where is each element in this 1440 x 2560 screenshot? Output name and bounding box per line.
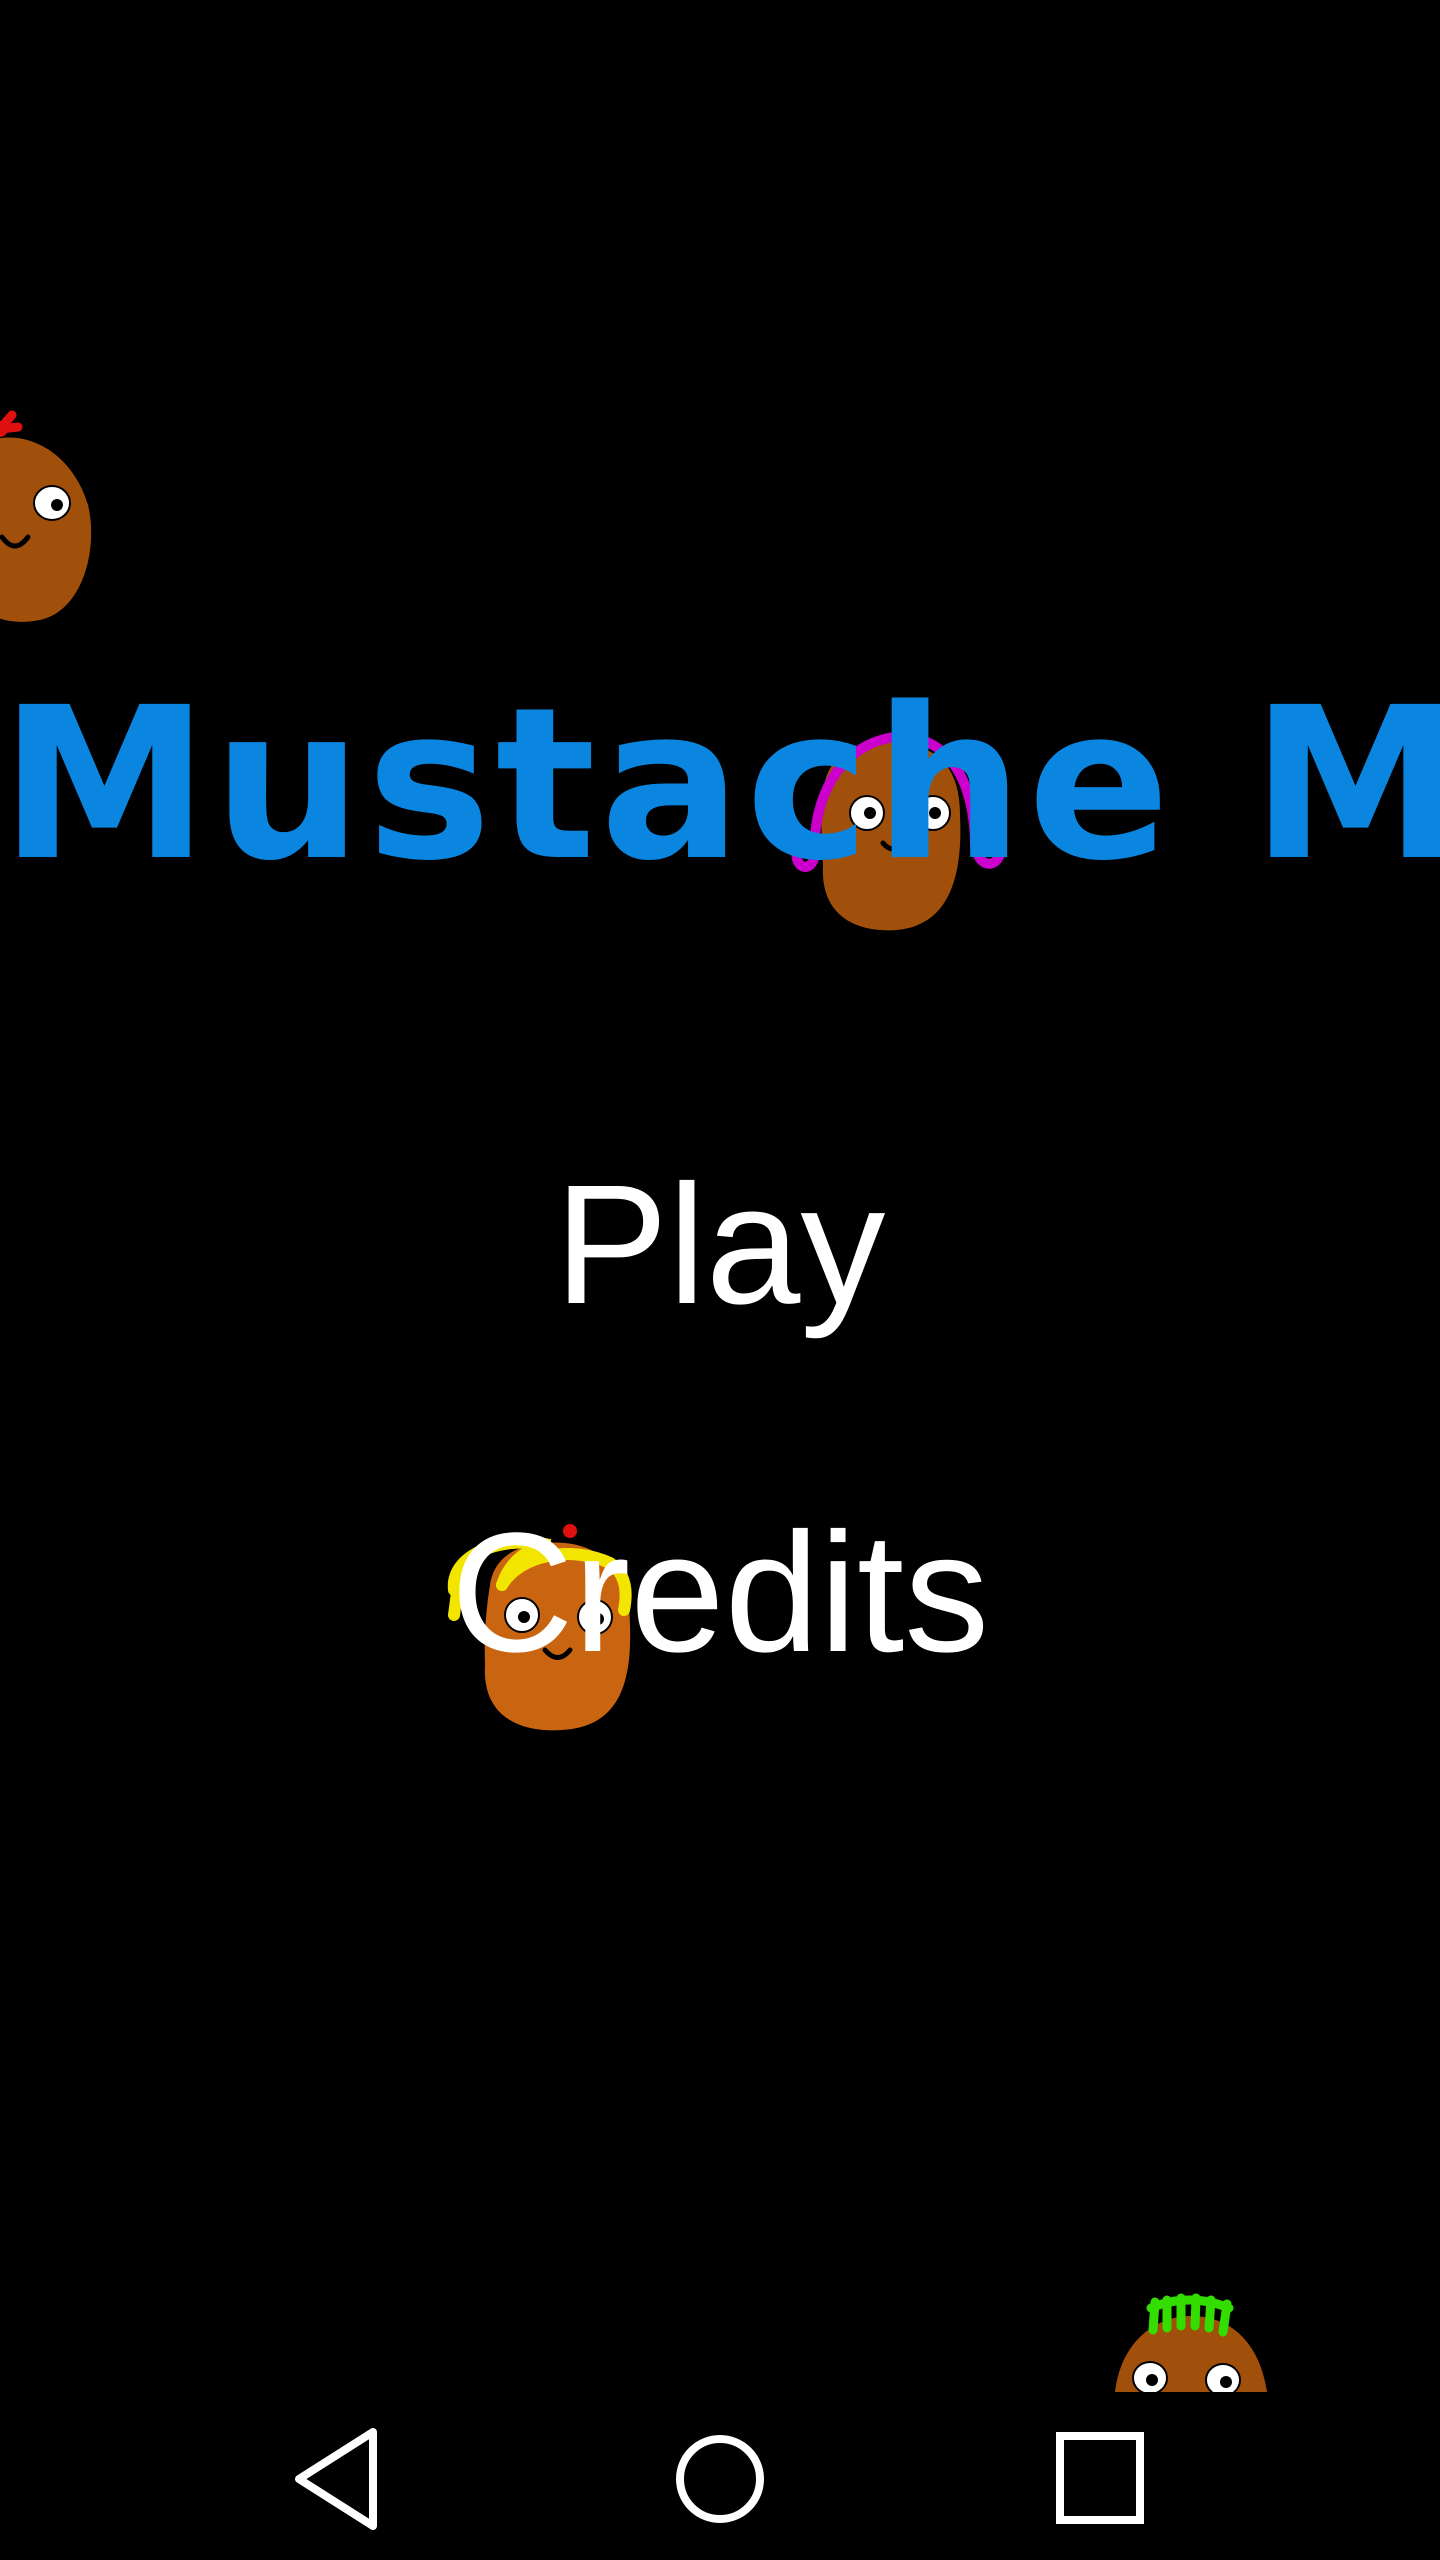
character-green-hair [1115,2293,1267,2392]
game-screen: Mustache Me Play Credits [0,0,1440,2560]
play-button[interactable]: Play [0,1160,1440,1330]
credits-button[interactable]: Credits [0,1508,1440,1678]
home-icon[interactable] [665,2424,775,2534]
back-icon[interactable] [285,2424,395,2534]
character-red-bow [0,410,92,622]
game-title: Mustache Me [0,662,1440,907]
navigation-bar [0,2392,1440,2560]
recents-icon[interactable] [1045,2424,1155,2534]
